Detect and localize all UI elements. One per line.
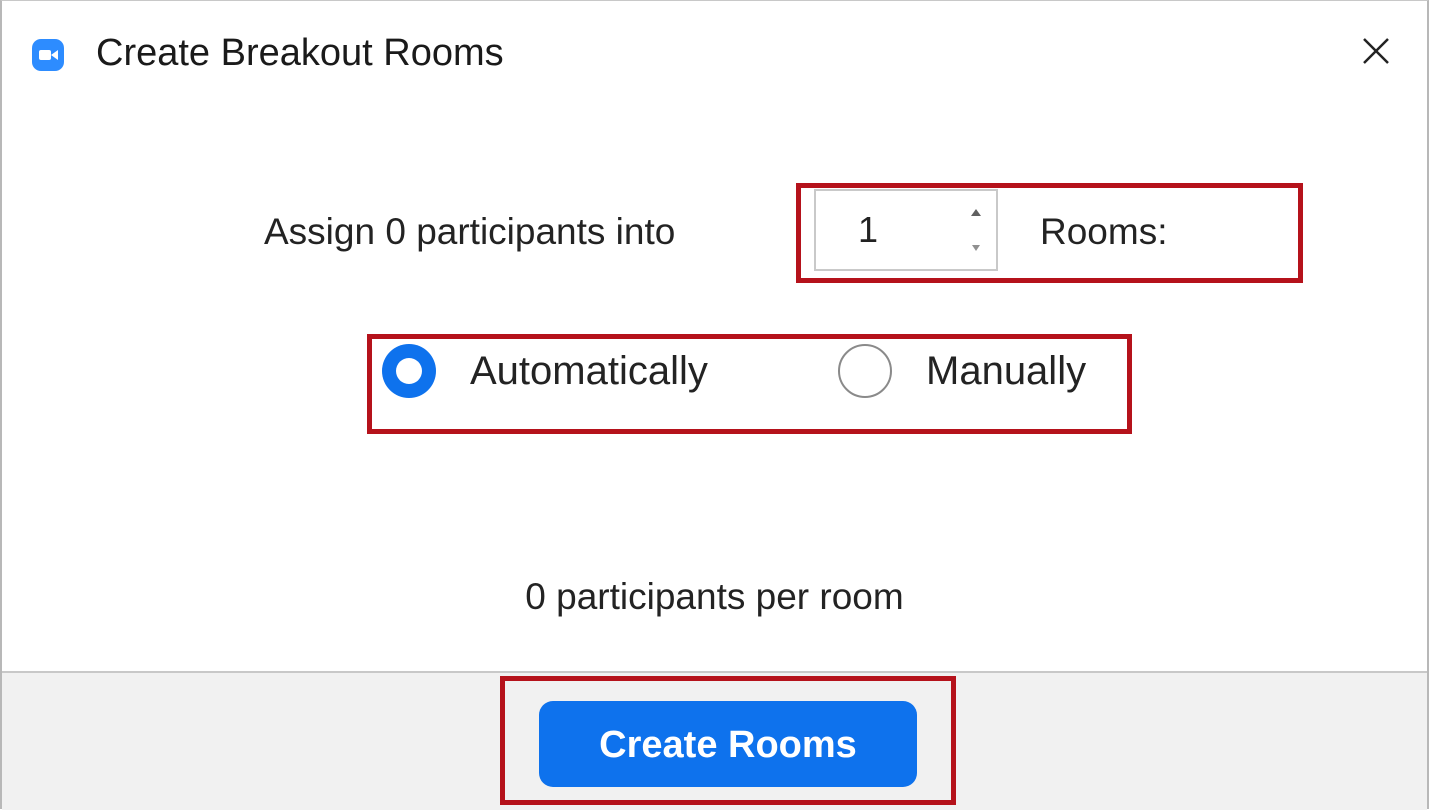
stepper-up-icon[interactable] (966, 203, 986, 223)
zoom-camera-icon (32, 39, 64, 71)
dialog-title: Create Breakout Rooms (96, 32, 504, 74)
radio-manually[interactable]: Manually (838, 341, 1128, 401)
stepper-down-icon[interactable] (966, 237, 986, 257)
rooms-count-stepper[interactable]: 1 (814, 189, 998, 271)
radio-manually-label[interactable]: Manually (926, 347, 1086, 395)
radio-automatically[interactable]: Automatically (382, 341, 762, 401)
close-button[interactable] (1354, 29, 1398, 73)
title-bar: Create Breakout Rooms (2, 1, 1427, 101)
rooms-label: Rooms: (1040, 211, 1168, 252)
dialog-footer: Create Rooms (2, 671, 1427, 810)
close-icon (1363, 38, 1389, 64)
rooms-count-value[interactable]: 1 (858, 208, 878, 252)
radio-unselected-icon[interactable] (838, 344, 892, 398)
create-breakout-rooms-dialog: Create Breakout Rooms Assign 0 participa… (0, 0, 1429, 810)
radio-selected-icon[interactable] (382, 344, 436, 398)
assign-participants-label: Assign 0 participants into (264, 211, 676, 252)
create-rooms-button[interactable]: Create Rooms (539, 701, 917, 787)
participants-per-room-text: 0 participants per room (525, 576, 904, 617)
radio-automatically-label[interactable]: Automatically (470, 347, 708, 395)
